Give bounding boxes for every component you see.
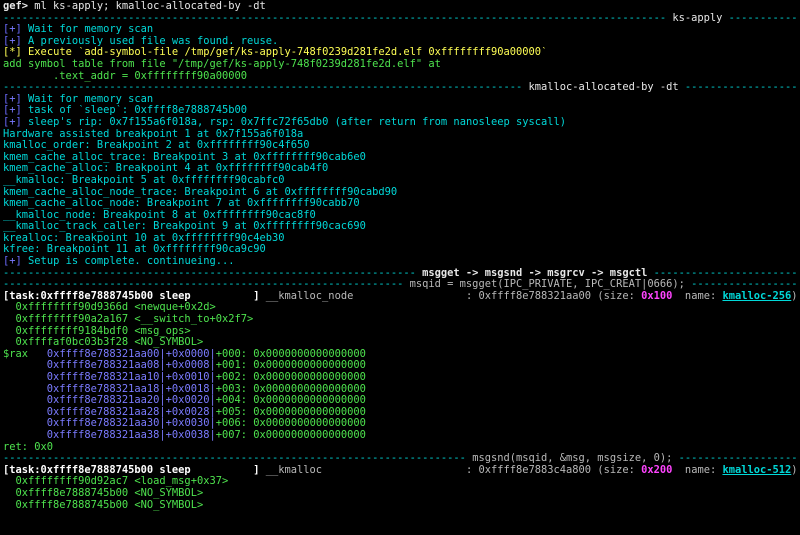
trace-line: 0xffffffff90d9366d <newque+0x2d> — [15, 302, 216, 314]
alloc-size: 0x100 — [641, 290, 673, 302]
breakpoint-line: kfree: Breakpoint 11 at 0xffffffff90ca9c… — [3, 244, 266, 256]
output-line-task-sleep: [+] task of `sleep`: 0xffff8e7888745b00 — [3, 105, 247, 117]
breakpoint-line: kmem_cache_alloc_trace: Breakpoint 3 at … — [3, 151, 366, 163]
rule-dashes: ----------------------------------------… — [3, 453, 473, 465]
alloc-func: __kmalloc_node — [265, 290, 354, 302]
memory-dump-line: 0xffff8e788321aa30|+0x0030|+006: 0x00000… — [46, 418, 366, 430]
section-title-msg-ops: msgget -> msgsnd -> msgrcv -> msgctl — [422, 267, 648, 279]
rule-dashes: ----------------------------------------… — [728, 12, 798, 24]
command-text: ml ks-apply; kmalloc-allocated-by -dt — [28, 1, 266, 12]
gef-prompt: gef> — [3, 1, 29, 12]
trace-line: 0xffffffff9184bdf0 <msg_ops> — [15, 325, 191, 337]
alloc-addr: : 0xffff8e7883c4a800 — [465, 464, 592, 476]
output-line-execute: [*] Execute `add-symbol-file /tmp/gef/ks… — [3, 47, 548, 59]
alloc-header-2: [task:0xffff8e7888745b00 sleep ] __kmall… — [3, 464, 798, 476]
section-rule-msgget: ----------------------------------------… — [3, 279, 798, 291]
breakpoint-line: __kmalloc: Breakpoint 5 at 0xffffffff90c… — [3, 174, 285, 186]
prompt-line: gef> ml ks-apply; kmalloc-allocated-by -… — [3, 1, 798, 13]
trace-line: 0xffff8e7888745b00 <NO_SYMBOL> — [15, 487, 204, 499]
memory-dump-line: 0xffff8e788321aa08|+0x0008|+001: 0x00000… — [46, 360, 366, 372]
section-rule-kmalloc-allocated-by: ----------------------------------------… — [3, 82, 798, 94]
trace-line: 0xffffaf0bc03b3f28 <NO_SYMBOL> — [15, 337, 204, 349]
trace-line: 0xffffffff90d92ac7 <load_msg+0x37> — [15, 476, 229, 488]
rule-dashes: ---------------------------------- — [678, 453, 798, 465]
rule-dashes: ---------------------------------- — [684, 82, 798, 94]
rax-label: $rax — [3, 348, 29, 360]
breakpoint-line: kmem_cache_alloc: Breakpoint 4 at 0xffff… — [3, 163, 329, 175]
task-label: [task:0xffff8e7888745b00 sleep ] — [3, 290, 260, 302]
output-line-textaddr: .text_addr = 0xffffffff90a00000 — [3, 70, 247, 82]
rule-dashes: -------------------------- — [691, 279, 798, 291]
rule-dashes: ----------------------------------------… — [3, 279, 410, 291]
output-line-sleep-rip: [+] sleep's rip: 0x7f155a6f018a, rsp: 0x… — [3, 116, 567, 128]
section-title-kmalloc-allocated-by: kmalloc-allocated-by -dt — [528, 82, 679, 94]
output-line-wait1: [+] Wait for memory scan — [3, 24, 154, 36]
breakpoint-line: kmalloc_order: Breakpoint 2 at 0xfffffff… — [3, 140, 310, 152]
rule-dashes: ----------------------------------------… — [3, 82, 529, 94]
return-value-line: ret: 0x0 — [3, 441, 54, 453]
output-line-hw-breakpoint: Hardware assisted breakpoint 1 at 0x7f15… — [3, 128, 304, 140]
memory-dump-line: $rax 0xffff8e788321aa00|+0x0000|+000: 0x… — [3, 348, 366, 360]
alloc-func: __kmalloc — [265, 464, 323, 476]
breakpoint-line: kmem_cache_alloc_node: Breakpoint 7 at 0… — [3, 198, 360, 210]
output-line-addsym: add symbol table from file "/tmp/gef/ks-… — [3, 58, 441, 70]
section-title-msgget: msqid = msgget(IPC_PRIVATE, IPC_CREAT|06… — [409, 279, 685, 291]
alloc-header-1: [task:0xffff8e7888745b00 sleep ] __kmall… — [3, 290, 798, 302]
section-rule-msg-ops: ----------------------------------------… — [3, 268, 798, 280]
memory-dump-line: 0xffff8e788321aa20|+0x0020|+004: 0x00000… — [46, 395, 366, 407]
trace-line: 0xffffffff90a2a167 <__switch_to+0x2f7> — [15, 314, 254, 326]
breakpoint-line: __kmalloc_track_caller: Breakpoint 9 at … — [3, 221, 366, 233]
section-title-ks-apply: ks-apply — [672, 12, 723, 24]
rule-dashes: ----------------------------------------… — [3, 12, 673, 24]
section-title-msgsnd: msgsnd(msqid, &msg, msgsize, 0); — [472, 453, 673, 465]
trace-line: 0xffff8e7888745b00 <NO_SYMBOL> — [15, 499, 204, 511]
alloc-size: 0x200 — [641, 464, 673, 476]
section-rule-msgsnd: ----------------------------------------… — [3, 453, 798, 465]
output-line-setup: [+] Setup is complete. continueing... — [3, 256, 235, 268]
rule-dashes: ----------------------------------------… — [3, 267, 423, 279]
slab-name-link[interactable]: kmalloc-512 — [722, 465, 791, 476]
breakpoint-line: kmem_cache_alloc_node_trace: Breakpoint … — [3, 186, 398, 198]
task-label: [task:0xffff8e7888745b00 sleep ] — [3, 464, 260, 476]
memory-dump-line: 0xffff8e788321aa10|+0x0010|+002: 0x00000… — [46, 372, 366, 383]
breakpoint-line: krealloc: Breakpoint 10 at 0xffffffff90c… — [3, 232, 285, 244]
section-rule-ks-apply: ----------------------------------------… — [3, 13, 798, 25]
breakpoint-line: __kmalloc_node: Breakpoint 8 at 0xffffff… — [3, 209, 316, 221]
memory-dump-line: 0xffff8e788321aa28|+0x0028|+005: 0x00000… — [46, 406, 366, 418]
slab-name-link[interactable]: kmalloc-256 — [722, 291, 791, 302]
output-line-wait2: [+] Wait for memory scan — [3, 93, 154, 105]
memory-dump-line: 0xffff8e788321aa38|+0x0038|+007: 0x00000… — [46, 429, 366, 441]
terminal-window[interactable]: gef> ml ks-apply; kmalloc-allocated-by -… — [0, 0, 800, 535]
memory-dump-line: 0xffff8e788321aa18|+0x0018|+003: 0x00000… — [46, 383, 366, 395]
alloc-addr: : 0xffff8e788321aa00 — [465, 290, 592, 302]
rule-dashes: ----------------------------------------… — [653, 267, 798, 279]
output-line-reuse: [+] A previously used file was found. re… — [3, 35, 279, 47]
